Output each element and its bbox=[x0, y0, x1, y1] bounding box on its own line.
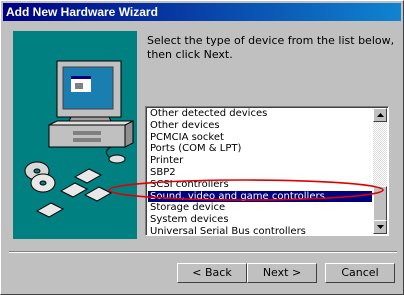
separator bbox=[9, 251, 397, 253]
cancel-button[interactable]: Cancel bbox=[325, 263, 395, 283]
scroll-up-button[interactable] bbox=[373, 108, 387, 122]
vertical-scrollbar[interactable] bbox=[373, 108, 387, 234]
next-button[interactable]: Next > bbox=[247, 263, 317, 283]
instructions-text: Select the type of device from the list … bbox=[147, 34, 395, 61]
scroll-up-arrow-icon bbox=[377, 113, 384, 117]
list-item[interactable]: Other detected devices bbox=[148, 108, 372, 120]
list-item[interactable]: Universal Serial Bus controllers bbox=[148, 226, 372, 235]
list-item[interactable]: Storage device bbox=[148, 202, 372, 214]
computer-icon bbox=[48, 60, 134, 164]
list-item[interactable]: SBP2 bbox=[148, 167, 372, 179]
list-item[interactable]: System devices bbox=[148, 214, 372, 226]
scroll-down-button[interactable] bbox=[373, 220, 387, 234]
list-item-selected[interactable]: Sound, video and game controllers bbox=[148, 190, 372, 203]
list-item[interactable]: SCSI controllers bbox=[148, 179, 372, 191]
scroll-down-arrow-icon bbox=[377, 225, 384, 229]
window-title: Add New Hardware Wizard bbox=[6, 5, 158, 19]
list-item[interactable]: Printer bbox=[148, 155, 372, 167]
device-type-listbox[interactable]: Other detected devices Other devices PCM… bbox=[145, 106, 389, 236]
title-bar[interactable]: Add New Hardware Wizard bbox=[3, 3, 401, 21]
scrollbar-thumb[interactable] bbox=[373, 186, 387, 222]
wizard-illustration bbox=[13, 31, 137, 239]
list-item[interactable]: Other devices bbox=[148, 120, 372, 132]
device-list-items: Other detected devices Other devices PCM… bbox=[148, 108, 372, 235]
cd-disc-icon bbox=[24, 161, 56, 193]
back-button[interactable]: < Back bbox=[177, 263, 247, 283]
list-item[interactable]: PCMCIA socket bbox=[148, 132, 372, 144]
wizard-dialog: Add New Hardware Wizard Select the type … bbox=[0, 0, 404, 295]
list-item[interactable]: Ports (COM & LPT) bbox=[148, 143, 372, 155]
